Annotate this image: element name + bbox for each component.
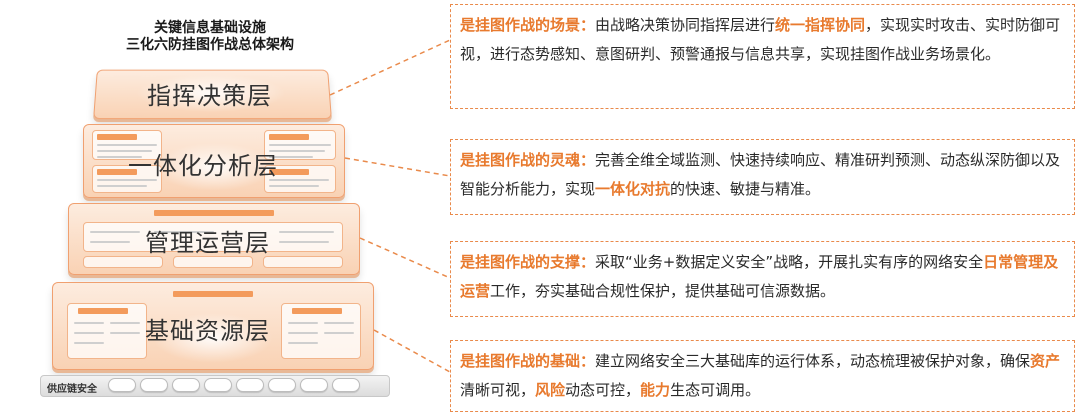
connector-layer4 — [373, 329, 451, 373]
description-text: 是挂图作战的灵魂：完善全维全域监测、快速持续响应、精准研判预测、动态纵深防御以及… — [460, 151, 1061, 198]
description-text: 是挂图作战的支撑：采取“业务+数据定义安全”战略，开展扎实有序的网络安全日常管理… — [460, 253, 1059, 300]
highlight-text: 能力 — [640, 381, 671, 399]
highlight-text: 资产 — [1030, 352, 1061, 370]
description-title: 是挂图作战的灵魂： — [460, 151, 596, 169]
description-scene: 是挂图作战的场景：由战略决策协同指挥层进行统一指挥协同，实现实时攻击、实时防御可… — [450, 4, 1075, 109]
description-text: 是挂图作战的基础：建立网络安全三大基础库的运行体系，动态梳理被保护对象，确保资产… — [460, 352, 1061, 399]
description-title: 是挂图作战的场景： — [460, 16, 596, 34]
description-support: 是挂图作战的支撑：采取“业务+数据定义安全”战略，开展扎实有序的网络安全日常管理… — [450, 241, 1075, 317]
connector-layer2 — [344, 157, 451, 177]
description-soul: 是挂图作战的灵魂：完善全维全域监测、快速持续响应、精准研判预测、动态纵深防御以及… — [450, 139, 1075, 215]
description-title: 是挂图作战的支撑： — [460, 253, 596, 271]
description-text: 是挂图作战的场景：由战略决策协同指挥层进行统一指挥协同，实现实时攻击、实时防御可… — [460, 16, 1061, 63]
description-foundation: 是挂图作战的基础：建立网络安全三大基础库的运行体系，动态梳理被保护对象，确保资产… — [450, 340, 1075, 412]
highlight-text: 风险 — [535, 381, 566, 399]
connector-layer3 — [359, 237, 451, 279]
connector-layer1 — [329, 39, 451, 96]
highlight-text: 统一指挥协同 — [775, 16, 866, 34]
highlight-text: 一体化对抗 — [595, 180, 671, 198]
description-title: 是挂图作战的基础： — [460, 352, 596, 370]
